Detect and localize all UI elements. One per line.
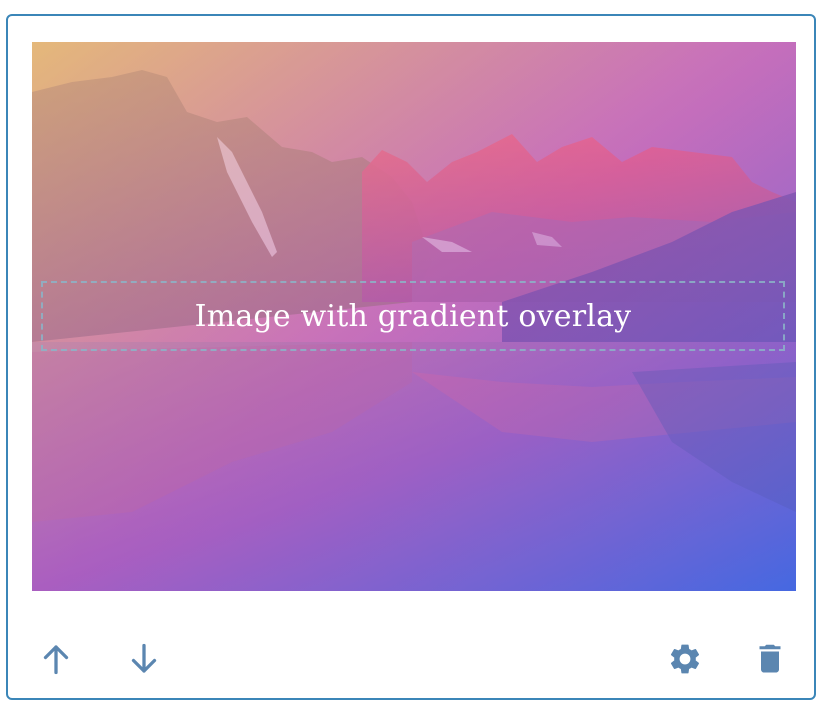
delete-button[interactable] (746, 635, 794, 683)
move-down-button[interactable] (120, 635, 168, 683)
arrow-down-icon (131, 643, 157, 673)
caption-text[interactable]: Image with gradient overlay (195, 299, 632, 334)
settings-button[interactable] (661, 635, 709, 683)
arrow-up-icon (43, 645, 69, 675)
caption-box[interactable]: Image with gradient overlay (41, 281, 785, 351)
image-block-card: Image with gradient overlay (6, 14, 816, 700)
move-up-button[interactable] (32, 635, 80, 683)
trash-icon (759, 644, 781, 673)
image-with-overlay[interactable]: Image with gradient overlay (32, 42, 796, 591)
gear-icon (670, 644, 700, 674)
